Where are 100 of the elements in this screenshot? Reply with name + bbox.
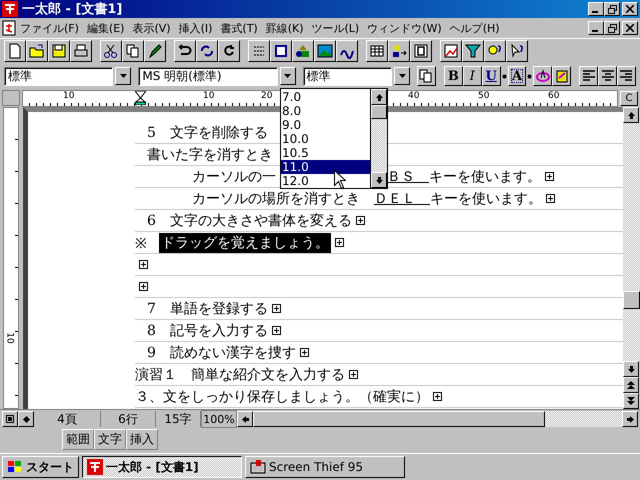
scroll-down-button[interactable] [371,172,387,188]
scroll-up-button[interactable] [371,89,387,105]
taskbar-button[interactable]: Screen Thief 95 [245,456,405,478]
new-file-icon[interactable] [4,40,26,62]
close-button[interactable] [622,21,638,35]
size-option[interactable]: 11.0 [281,160,370,174]
zoom-level[interactable]: 100% [201,410,237,428]
repeat-icon[interactable] [218,40,240,62]
dropdown-button[interactable] [280,67,296,85]
font-dropdown[interactable]: MS 明朝(標準) [138,66,278,86]
dropdown-button[interactable] [394,67,410,85]
frame-icon[interactable] [270,40,292,62]
view-icon[interactable] [2,411,18,427]
align-center-icon[interactable] [598,66,618,86]
open-folder-icon[interactable] [26,40,48,62]
menu-item[interactable]: 罫線(K) [266,20,304,36]
clipboard-icon[interactable] [552,66,572,86]
chart-icon[interactable] [440,40,462,62]
scroll-up-button[interactable] [623,107,639,123]
format-button[interactable]: U [482,66,501,86]
ruler-button[interactable]: C [620,90,638,106]
table-icon[interactable] [366,40,388,62]
align-right-icon[interactable] [617,66,636,86]
page-down-button[interactable] [623,393,639,409]
undo-icon[interactable] [174,40,196,62]
close-button[interactable] [622,2,638,16]
size-option[interactable]: 12.0 [281,174,370,188]
menu-item[interactable]: 挿入(I) [178,20,212,36]
down-arrow-icon [284,74,292,78]
minimize-button[interactable] [588,21,604,35]
format-button[interactable]: I [462,66,482,86]
pen-icon[interactable] [144,40,166,62]
scroll-left-button[interactable] [237,411,253,427]
picture-icon[interactable] [314,40,336,62]
page-icon[interactable] [410,40,432,62]
size-option[interactable]: 7.0 [281,90,370,104]
scroll-thumb[interactable] [253,411,545,427]
dropdown-dot-icon[interactable] [502,74,507,78]
copy-format-icon[interactable] [417,66,436,86]
task-label: 一太郎 - [文書1] [106,458,199,476]
menu-item[interactable]: ウィンドウ(W) [367,20,442,36]
scroll-thumb[interactable] [371,105,387,119]
menu-item[interactable]: 編集(E) [86,20,124,36]
page-up-button[interactable] [623,377,639,393]
size-option[interactable]: 10.5 [281,146,370,160]
menu-item[interactable]: ツール(L) [312,20,360,36]
scissors-icon[interactable] [100,40,122,62]
save-icon[interactable] [48,40,70,62]
app-icon [2,1,18,17]
move-icon[interactable] [388,40,410,62]
scroll-right-button[interactable] [622,411,638,427]
document-text: 5 文字を削除する [147,124,268,142]
task-label: Screen Thief 95 [269,460,364,474]
highlight-icon[interactable] [533,66,552,86]
restore-button[interactable] [604,21,620,35]
document-text: キーを使います。 [429,168,541,186]
up-arrow-icon [376,94,382,100]
document-text: ＢＳ [387,168,416,186]
document-text: カーソルの場所を消すとき [192,190,361,208]
align-left-icon[interactable] [579,66,598,86]
mode-indicator[interactable]: 範囲 [62,428,94,450]
start-button[interactable]: スタート [2,456,79,478]
format-button[interactable]: B [444,66,463,86]
taskbar-button[interactable]: 一太郎 - [文書1] [82,456,242,478]
indent-marker-icon[interactable] [135,90,146,104]
restore-icon [608,24,616,32]
column-number: 15字 [156,411,201,427]
size-option[interactable]: 10.0 [281,132,370,146]
camera-icon [250,459,266,475]
menu-item[interactable]: 書式(T) [220,20,258,36]
scroll-down-button[interactable] [623,361,639,377]
shapes-icon[interactable] [292,40,314,62]
size-option[interactable]: 9.0 [281,118,370,132]
page-number: 4頁 [34,411,101,427]
down-arrow-icon [120,74,127,78]
scroll-thumb[interactable] [623,291,640,309]
menu-item[interactable]: ヘルプ(H) [450,20,500,36]
document-text: カーソルの一 [192,168,276,186]
dropdown-button[interactable] [115,67,132,85]
close-icon [626,24,634,32]
mode-indicator[interactable]: 挿入 [126,428,158,450]
size-option[interactable]: 8.0 [281,104,370,118]
up-arrow-icon [628,112,634,118]
font-size-field[interactable]: 標準 [302,66,392,86]
copy-icon[interactable] [122,40,144,62]
style-dropdown[interactable]: 標準 [4,66,114,86]
menu-item[interactable]: 表示(V) [132,20,171,36]
ruler-number: 10 [203,90,214,100]
format-button[interactable]: A [508,66,526,86]
ruler-number: 10 [4,332,15,344]
ruler-number: 10 [63,90,74,100]
minimize-button[interactable] [588,2,604,16]
redo-icon[interactable] [196,40,218,62]
menu-item[interactable]: ファイル(F) [20,20,79,36]
mode-indicator[interactable]: 文字 [94,428,126,450]
dropdown-dot-icon[interactable] [527,74,532,78]
pointer-help-icon[interactable] [506,40,528,62]
restore-button[interactable] [604,2,620,16]
bulb-icon[interactable] [484,40,506,62]
print-icon[interactable] [70,40,92,62]
